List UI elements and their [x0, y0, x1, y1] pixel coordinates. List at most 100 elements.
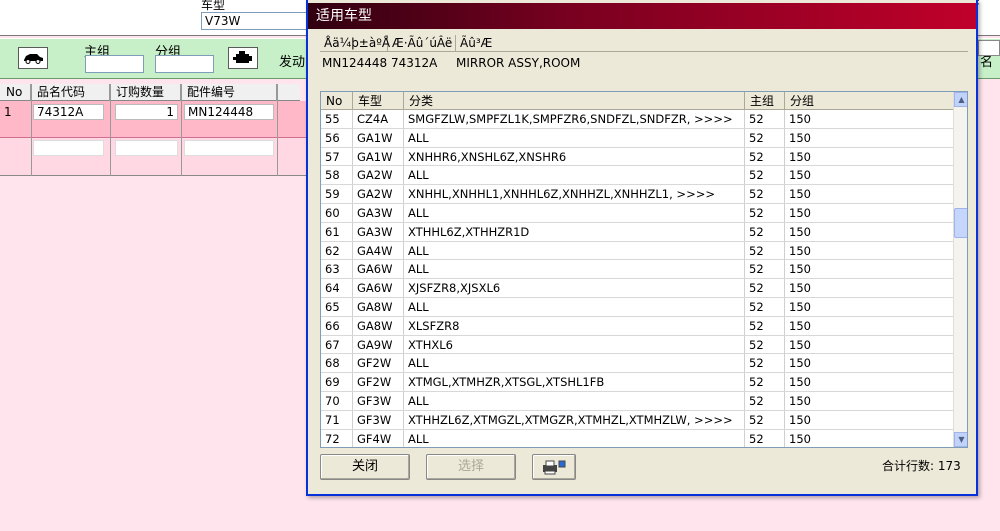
col-sub-group-header[interactable]: 分组 — [785, 92, 953, 110]
list-item[interactable]: 58 GA2W ALL 52 150 — [321, 166, 953, 186]
row-no-cell: 67 — [321, 335, 353, 354]
row-no-cell: 64 — [321, 279, 353, 298]
select-button[interactable]: 选择 — [426, 454, 516, 480]
list-item[interactable]: 69 GF2W XTMGL,XTMHZR,XTSGL,XTSHL1FB 52 150 — [321, 373, 953, 392]
empty-qty-cell[interactable] — [115, 140, 178, 156]
row-main-group-cell: 52 — [745, 429, 785, 447]
col-part-header: 配件编号 — [181, 84, 277, 101]
row-main-group-cell: 52 — [745, 316, 785, 335]
col-qty-header: 订购数量 — [110, 84, 181, 101]
row-category-cell: XLSFZR8 — [404, 316, 745, 335]
vehicle-field[interactable]: V73W — [201, 12, 311, 30]
printer-icon — [543, 460, 566, 475]
print-button[interactable] — [532, 454, 576, 480]
item-code-value: 74312A — [391, 56, 438, 70]
list-scrollbar[interactable]: ▲ ▼ — [953, 92, 967, 447]
list-item[interactable]: 62 GA4W ALL 52 150 — [321, 241, 953, 261]
row-no-cell: 62 — [321, 241, 353, 260]
row-category-cell: XTHHL6Z,XTHHZR1D — [404, 222, 745, 241]
row-category-cell: ALL — [404, 203, 745, 222]
car-icon-button[interactable] — [18, 47, 48, 69]
row-main-group-cell: 52 — [745, 241, 785, 260]
row-model-cell: GA6W — [353, 279, 404, 298]
row-no-cell: 55 — [321, 110, 353, 128]
order-grid-row[interactable]: 1 74312A 1 MN124448 — [0, 101, 306, 138]
list-item[interactable]: 72 GF4W ALL 52 150 — [321, 429, 953, 447]
col-main-group-header[interactable]: 主组 — [745, 92, 785, 110]
main-group-field[interactable] — [85, 55, 144, 73]
scroll-down-icon[interactable]: ▼ — [954, 432, 967, 447]
row-sub-group-cell: 150 — [789, 243, 811, 258]
grid-divider — [277, 84, 278, 176]
row-main-group-cell: 52 — [745, 373, 785, 392]
row-model-cell: GA8W — [353, 297, 404, 316]
col-code-header: 品名代码 — [31, 84, 110, 101]
list-item[interactable]: 57 GA1W XNHHR6,XNSHL6Z,XNSHR6 52 150 — [321, 147, 953, 167]
list-item[interactable]: 63 GA6W ALL 52 150 — [321, 260, 953, 280]
empty-code-cell[interactable] — [33, 140, 104, 156]
list-item[interactable]: 70 GF3W ALL 52 150 — [321, 391, 953, 411]
sub-group-field[interactable] — [155, 55, 214, 73]
row-main-group-cell: 52 — [745, 391, 785, 410]
list-item[interactable]: 66 GA8W XLSFZR8 52 150 — [321, 316, 953, 336]
item-code-cell[interactable]: 74312A — [33, 104, 104, 120]
list-item[interactable]: 60 GA3W ALL 52 150 — [321, 203, 953, 223]
row-category-cell: ALL — [404, 429, 745, 447]
col-model-header[interactable]: 车型 — [353, 92, 404, 110]
side-button[interactable] — [978, 40, 1000, 56]
part-info-panel: Åä¼þ±àºÅ Æ·Ãû´úÂë Ãû³Æ MN124448 74312A M… — [320, 35, 968, 81]
list-item[interactable]: 64 GA6W XJSFZR8,XJSXL6 52 150 — [321, 279, 953, 298]
row-model-cell: GA9W — [353, 335, 404, 354]
grid-divider — [181, 84, 182, 176]
grid-divider — [110, 84, 111, 176]
row-model-cell: GF3W — [353, 391, 404, 410]
row-no-cell: 58 — [321, 166, 353, 185]
col-category-header[interactable]: 分类 — [404, 92, 745, 110]
list-item[interactable]: 55 CZ4A SMGFZLW,SMPFZL1K,SMPFZR6,SNDFZL,SN… — [321, 110, 953, 129]
row-sub-group-cell: 150 — [789, 281, 811, 296]
part-name-value: MIRROR ASSY,ROOM — [456, 56, 581, 70]
row-no-cell: 60 — [321, 203, 353, 222]
row-main-group-cell: 52 — [745, 410, 785, 429]
row-main-group-cell: 52 — [745, 110, 785, 128]
engine-icon-button[interactable] — [228, 47, 258, 69]
col-no-header: No — [0, 84, 31, 101]
close-button[interactable]: 关闭 — [320, 454, 410, 480]
row-sub-group-cell: 150 — [789, 224, 811, 239]
row-sub-group-cell: 150 — [789, 337, 811, 352]
row-main-group-cell: 52 — [745, 297, 785, 316]
part-info-header: Åä¼þ±àºÅ Æ·Ãû´úÂë Ãû³Æ — [320, 35, 968, 52]
col-no-header[interactable]: No — [321, 92, 353, 110]
applicable-models-dialog: 适用车型 Åä¼þ±àºÅ Æ·Ãû´úÂë Ãû³Æ MN124448 743… — [306, 0, 978, 496]
engine-label: 发动 — [279, 55, 306, 70]
quantity-cell[interactable]: 1 — [115, 104, 178, 120]
row-no-cell: 61 — [321, 222, 353, 241]
scroll-up-icon[interactable]: ▲ — [954, 92, 967, 107]
models-list[interactable]: No 车型 分类 主组 分组 55 CZ4A SMGFZLW,SMPFZL1K,SM… — [320, 91, 968, 448]
row-no-cell: 66 — [321, 316, 353, 335]
scroll-thumb[interactable] — [954, 208, 967, 238]
row-sub-group-cell: 150 — [789, 187, 811, 202]
list-item[interactable]: 65 GA8W ALL 52 150 — [321, 297, 953, 317]
models-list-header: No 车型 分类 主组 分组 — [321, 92, 953, 110]
row-category-cell: ALL — [404, 297, 745, 316]
list-item[interactable]: 61 GA3W XTHHL6Z,XTHHZR1D 52 150 — [321, 222, 953, 242]
row-no-cell: 65 — [321, 297, 353, 316]
row-no-cell: 57 — [321, 147, 353, 166]
row-main-group-cell: 52 — [745, 128, 785, 147]
row-main-group-cell: 52 — [745, 147, 785, 166]
row-sub-group-cell: 150 — [789, 356, 811, 371]
list-item[interactable]: 71 GF3W XTHHZL6Z,XTMGZL,XTMGZR,XTMHZL,XTMH… — [321, 410, 953, 430]
row-main-group-cell: 52 — [745, 203, 785, 222]
part-number-cell[interactable]: MN124448 — [184, 104, 274, 120]
list-item[interactable]: 68 GF2W ALL 52 150 — [321, 354, 953, 374]
order-grid-empty-row[interactable] — [0, 138, 306, 176]
list-item[interactable]: 67 GA9W XTHXL6 52 150 — [321, 335, 953, 355]
list-item[interactable]: 56 GA1W ALL 52 150 — [321, 128, 953, 148]
list-item[interactable]: 59 GA2W XNHHL,XNHHL1,XNHHL6Z,XNHHZL,XNHHZL… — [321, 185, 953, 204]
row-model-cell: GF3W — [353, 410, 404, 429]
row-no-cell: 68 — [321, 354, 353, 373]
empty-part-cell[interactable] — [184, 140, 274, 156]
part-name-header: Ãû³Æ — [460, 36, 493, 50]
row-main-group-cell: 52 — [745, 354, 785, 373]
